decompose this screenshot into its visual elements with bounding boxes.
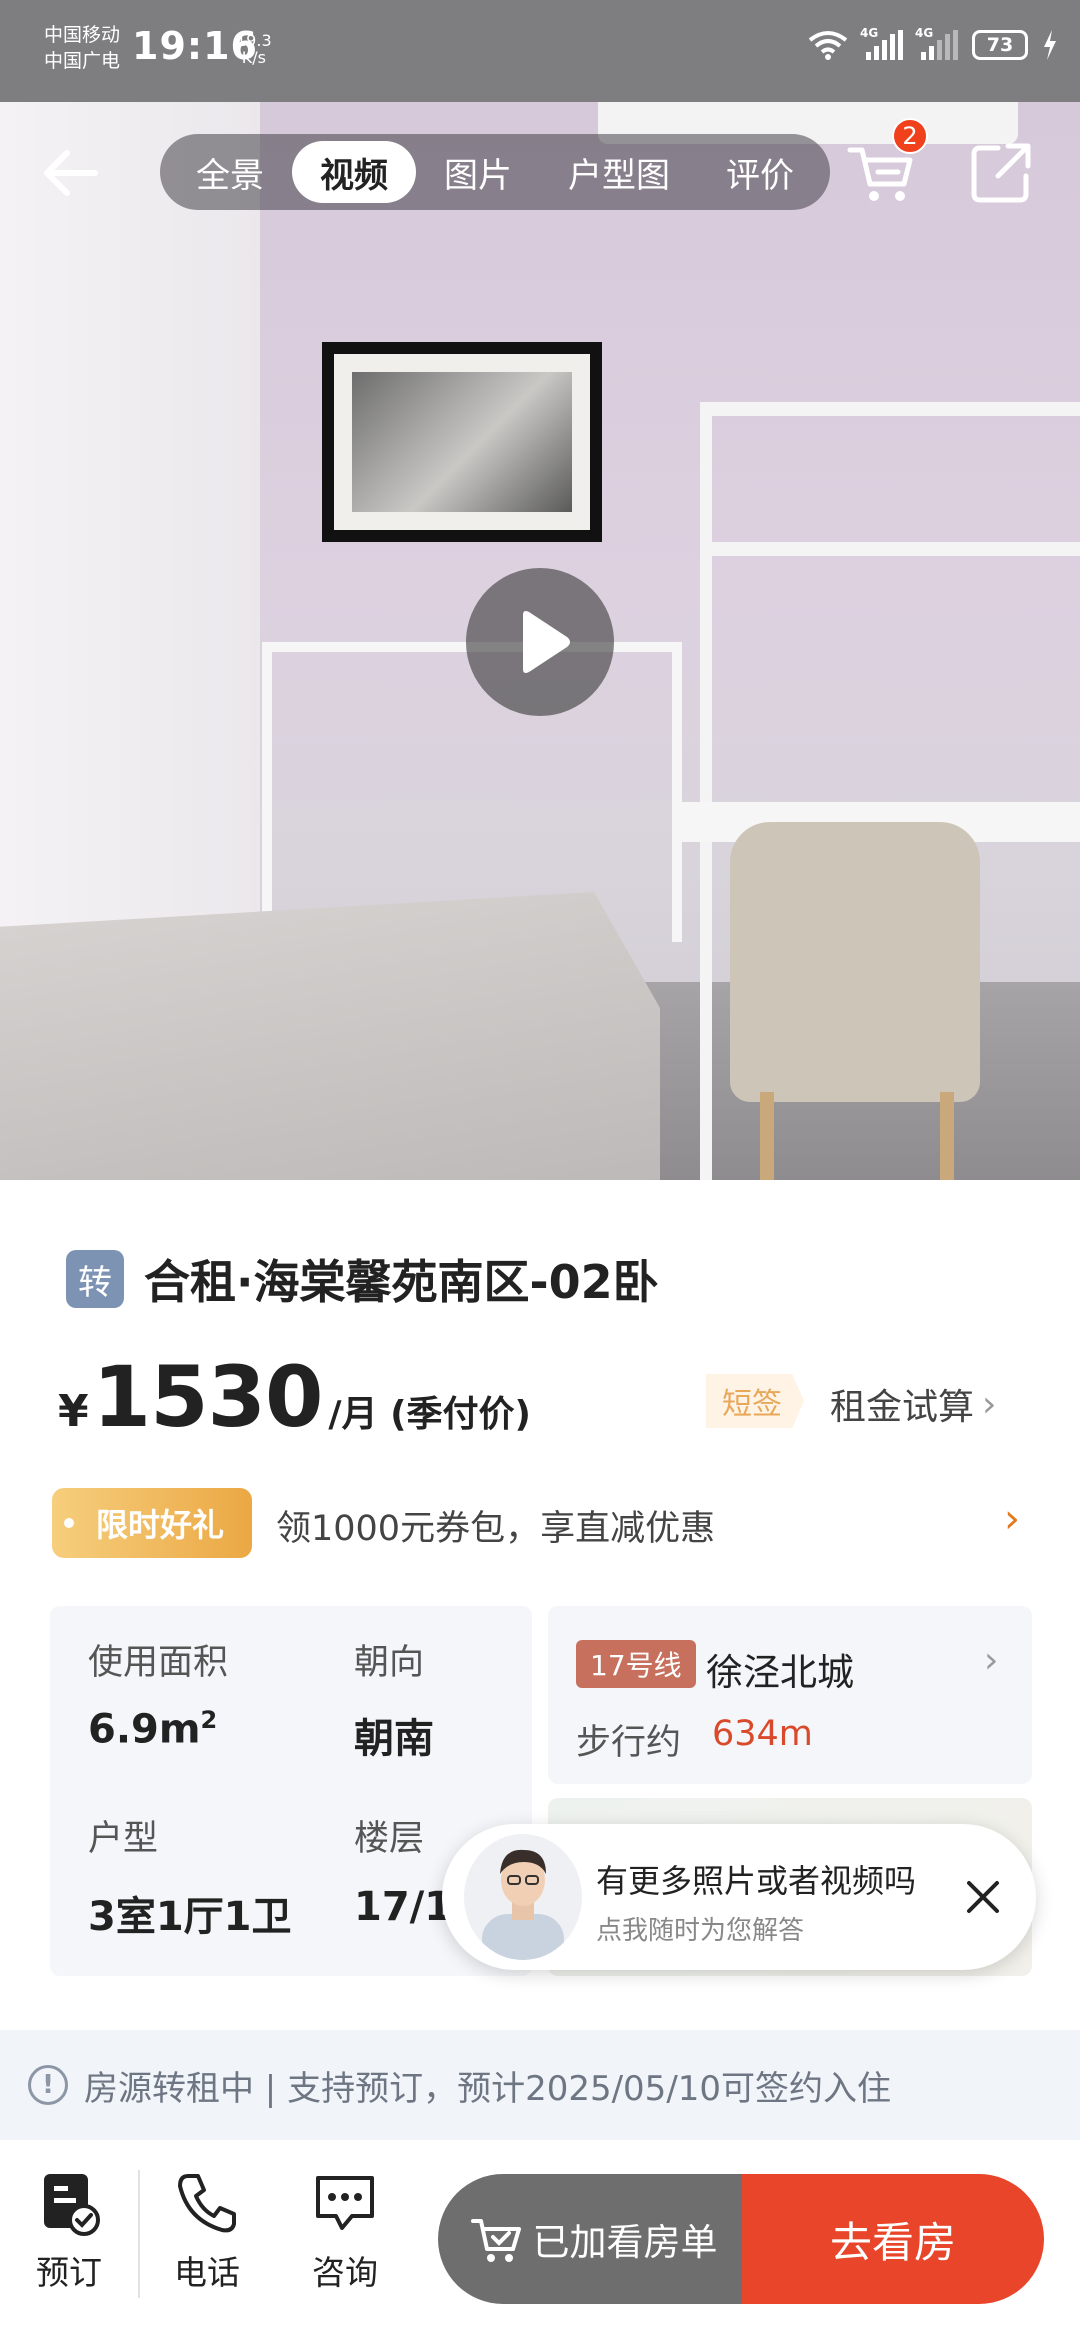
arrow-left-icon xyxy=(44,150,98,196)
reserve-label: 预订 xyxy=(36,2253,102,2292)
listing-title: 合租·海棠馨苑南区-02卧 xyxy=(144,1255,659,1309)
area-value: 6.9m2 xyxy=(88,1706,217,1752)
reserve-button[interactable]: 预订 xyxy=(14,2170,124,2294)
chair-leg xyxy=(940,1092,954,1180)
area-label: 使用面积 xyxy=(88,1643,229,1683)
reserve-document-icon xyxy=(44,2174,100,2236)
status-icons: 4G 4G 73 xyxy=(808,26,1058,60)
added-to-viewing-list-button[interactable]: 已加看房单 xyxy=(438,2174,750,2304)
back-button[interactable] xyxy=(36,138,106,208)
net-speed: 19.3 K/s xyxy=(236,32,272,66)
chat-popup-subtitle: 点我随时为您解答 xyxy=(596,1916,805,1946)
wall-picture-frame xyxy=(322,342,602,542)
divider xyxy=(138,2170,140,2298)
chat-popup-title: 有更多照片或者视频吗 xyxy=(596,1862,917,1900)
avatar xyxy=(464,1834,582,1960)
added-label: 已加看房单 xyxy=(532,2221,718,2264)
schedule-viewing-button[interactable]: 去看房 xyxy=(742,2174,1044,2304)
floor-label: 楼层 xyxy=(354,1819,425,1859)
area-unit-superscript: 2 xyxy=(200,1706,218,1734)
rent-price: 1530 xyxy=(92,1348,324,1446)
battery-indicator: 73 xyxy=(972,30,1028,60)
net-speed-value: 19.3 xyxy=(236,31,272,50)
layout-label: 户型 xyxy=(88,1819,159,1859)
info-icon: ! xyxy=(28,2065,68,2105)
bed xyxy=(0,892,660,1180)
short-lease-badge: 短签 xyxy=(706,1374,804,1428)
agent-chat-popup[interactable]: 有更多照片或者视频吗 点我随时为您解答 xyxy=(442,1824,1036,1970)
status-bar: 中国移动 中国广电 19:16 19.3 K/s 4G 4G 73 xyxy=(0,0,1080,102)
metro-info-card[interactable]: 17号线 徐泾北城 › 步行约 634m xyxy=(548,1606,1032,1784)
orientation-label: 朝向 xyxy=(354,1643,425,1683)
area-number: 6.9 xyxy=(88,1706,159,1753)
chair-leg xyxy=(760,1092,774,1180)
tab-reviews[interactable]: 评价 xyxy=(698,141,822,203)
close-button[interactable] xyxy=(950,1864,1016,1930)
tab-video[interactable]: 视频 xyxy=(292,141,416,203)
consult-label: 咨询 xyxy=(312,2253,378,2292)
chat-bubble-icon xyxy=(316,2176,374,2230)
sim2-network-label: 4G xyxy=(915,26,934,40)
currency-symbol: ¥ xyxy=(58,1386,89,1437)
carrier-info: 中国移动 中国广电 xyxy=(44,22,120,74)
share-button[interactable] xyxy=(968,140,1034,206)
phone-label: 电话 xyxy=(174,2253,240,2292)
sublet-notice-bar: ! 房源转租中 | 支持预订，预计2025/05/10可签约入住 xyxy=(0,2030,1080,2140)
cart-count-badge: 2 xyxy=(892,118,928,154)
price-row: ¥ 1530 /月 (季付价) xyxy=(58,1348,531,1446)
net-speed-unit: K/s xyxy=(241,48,266,67)
signal-sim1-icon: 4G xyxy=(860,26,903,60)
charging-icon xyxy=(1044,30,1056,60)
tab-floorplan[interactable]: 户型图 xyxy=(540,141,698,203)
chevron-right-icon: › xyxy=(984,1640,999,1681)
bed-headboard xyxy=(262,642,682,942)
floor-value: 17/1 xyxy=(354,1884,453,1930)
layout-value: 3室1厅1卫 xyxy=(88,1894,292,1940)
sublet-tag: 转 xyxy=(66,1250,124,1308)
walk-distance: 634m xyxy=(712,1714,813,1754)
tab-panorama[interactable]: 全景 xyxy=(168,141,292,203)
media-tabs: 全景 视频 图片 户型图 评价 xyxy=(160,134,830,210)
orientation-value: 朝南 xyxy=(354,1716,434,1762)
rent-calculator-link[interactable]: 租金试算 › xyxy=(830,1378,996,1430)
consult-button[interactable]: 咨询 xyxy=(290,2170,400,2294)
chevron-right-icon[interactable]: › xyxy=(1004,1496,1020,1542)
promo-badge[interactable]: 限时好礼 xyxy=(52,1488,252,1558)
listing-title-row: 转 合租·海棠馨苑南区-02卧 xyxy=(66,1246,659,1312)
chevron-right-icon: › xyxy=(982,1383,997,1425)
rent-calculator-label: 租金试算 xyxy=(830,1387,975,1428)
carrier-2: 中国广电 xyxy=(44,50,121,72)
walk-label: 步行约 xyxy=(576,1723,682,1763)
phone-icon xyxy=(178,2174,236,2233)
share-icon xyxy=(971,143,1031,203)
play-video-button[interactable] xyxy=(466,568,614,716)
area-unit: m xyxy=(158,1706,201,1753)
sim1-network-label: 4G xyxy=(860,26,879,40)
sublet-notice-text: 房源转租中 | 支持预订，预计2025/05/10可签约入住 xyxy=(84,2068,892,2109)
carrier-1: 中国移动 xyxy=(44,24,121,46)
close-icon xyxy=(967,1881,999,1913)
price-unit: /月 (季付价) xyxy=(328,1394,532,1435)
metro-station-name: 徐泾北城 xyxy=(706,1651,854,1694)
play-icon xyxy=(523,611,570,673)
metro-line-badge: 17号线 xyxy=(576,1640,696,1688)
promo-text[interactable]: 领1000元券包，享直减优惠 xyxy=(276,1500,715,1551)
phone-button[interactable]: 电话 xyxy=(152,2170,262,2294)
chair xyxy=(730,822,980,1102)
signal-sim2-icon: 4G xyxy=(915,26,958,60)
bottom-action-bar: 预订 电话 咨询 已加看房单 去看房 xyxy=(0,2140,1080,2340)
wifi-icon xyxy=(808,31,848,60)
cart-check-icon xyxy=(470,2219,521,2262)
tab-photos[interactable]: 图片 xyxy=(416,141,540,203)
